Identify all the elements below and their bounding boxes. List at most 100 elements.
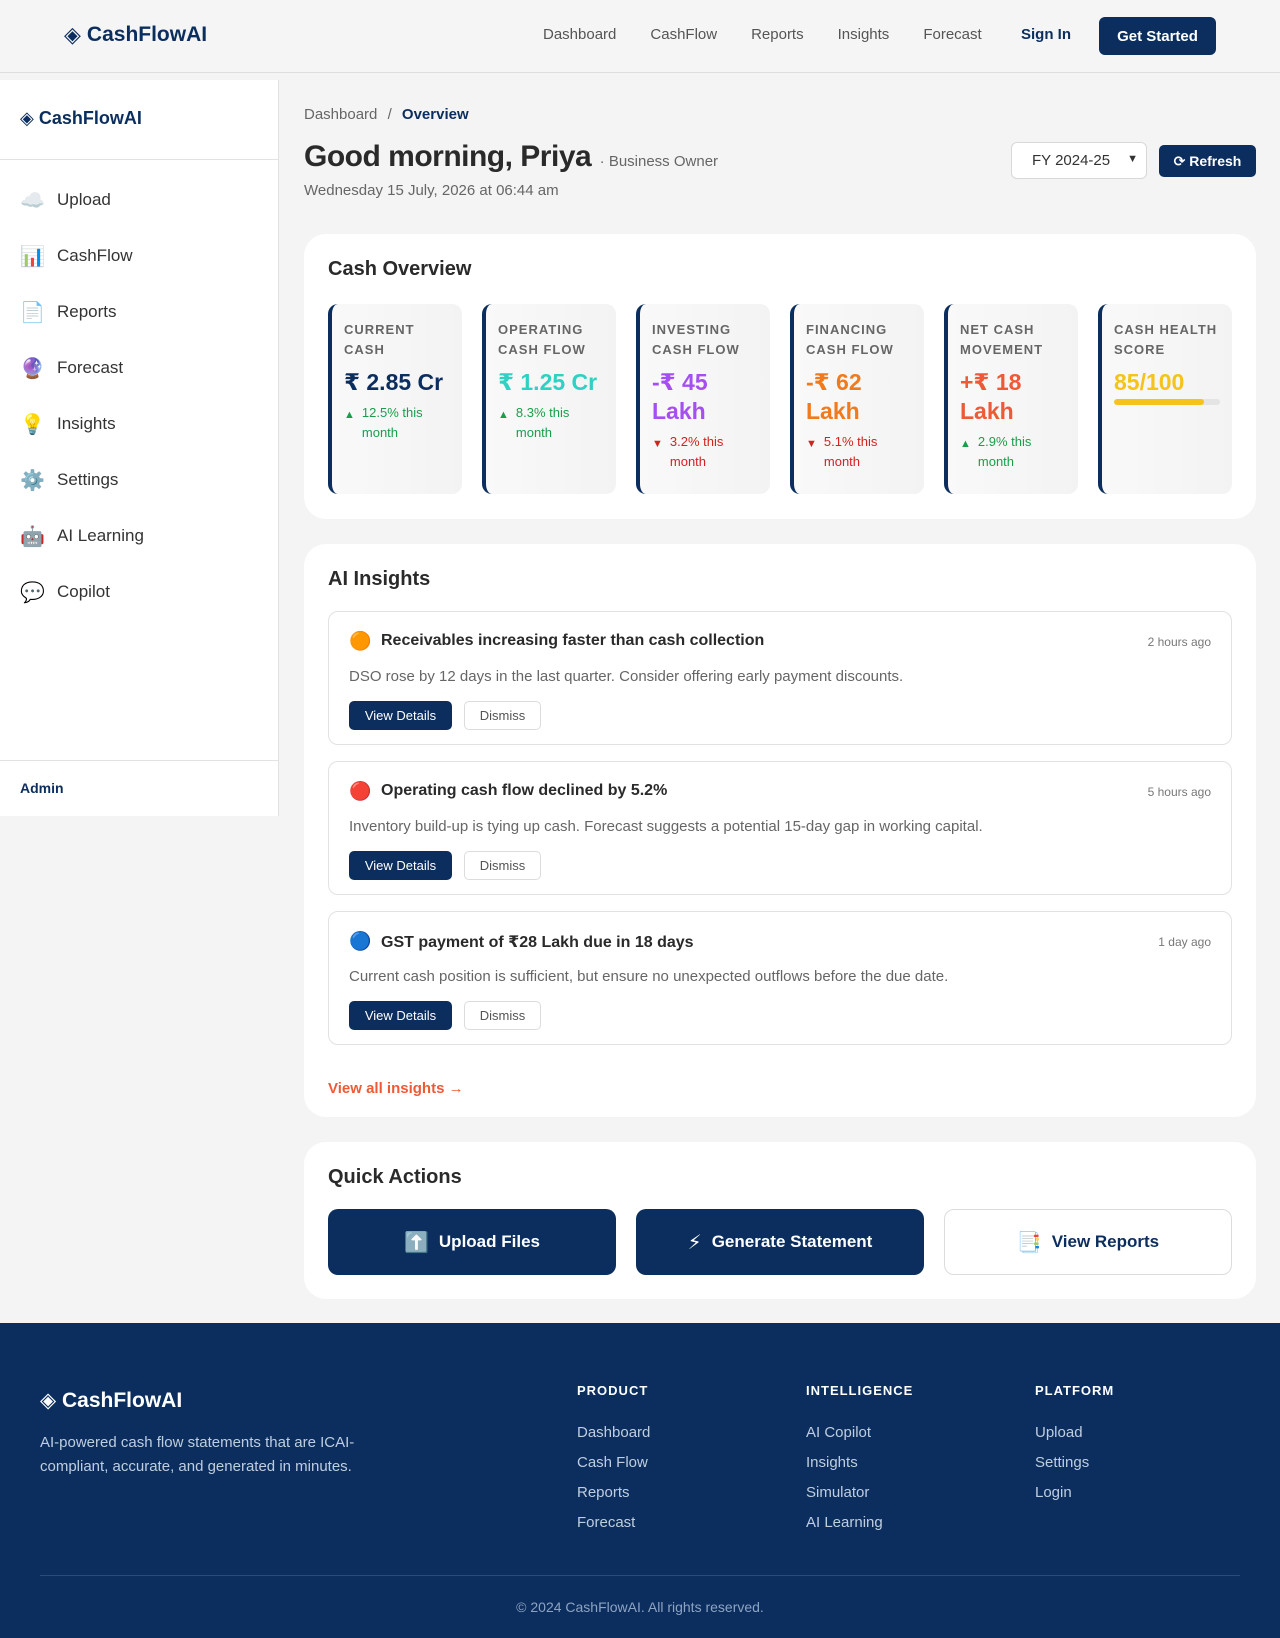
footer-link-insights[interactable]: Insights <box>806 1448 913 1478</box>
stat-card-current-cash: Current Cash ₹ 2.85 Cr ▲ 12.5% this month <box>328 304 462 494</box>
insight-item: 🟠 Receivables increasing faster than cas… <box>328 611 1232 745</box>
nav-link-forecast[interactable]: Forecast <box>923 26 981 43</box>
stat-value: +₹ 18 Lakh <box>960 369 1022 424</box>
orange-dot-icon: 🟠 <box>349 631 372 651</box>
stat-change: ▼ 5.1% this month <box>806 432 912 472</box>
top-navbar: ◈ CashFlowAI Dashboard CashFlow Reports … <box>0 0 1280 73</box>
divider <box>0 159 279 160</box>
get-started-button[interactable]: Get Started <box>1099 17 1216 55</box>
greeting-heading: Good morning, Priya <box>304 140 592 173</box>
sidebar-item-copilot[interactable]: 💬 Copilot <box>0 564 279 620</box>
footer-link-upload[interactable]: Upload <box>1035 1418 1114 1448</box>
insight-item: 🔵 GST payment of ₹28 Lakh due in 18 days… <box>328 911 1232 1045</box>
user-role: · Business Owner <box>599 153 719 170</box>
diamond-logo-icon: ◈ <box>40 1389 57 1412</box>
footer-link-reports[interactable]: Reports <box>577 1478 650 1508</box>
breadcrumb-separator: / <box>387 106 392 123</box>
section-title: Quick Actions <box>328 1166 462 1188</box>
diamond-logo-icon: ◈ <box>20 108 34 128</box>
footer-link-ai-copilot[interactable]: AI Copilot <box>806 1418 913 1448</box>
robot-icon: 🤖 <box>20 525 45 548</box>
sign-in-link[interactable]: Sign In <box>1021 26 1071 43</box>
stat-card-investing-cash-flow: Investing Cash Flow -₹ 45 Lakh ▼ 3.2% thi… <box>636 304 770 494</box>
current-date: Wednesday 15 July, 2026 at 06:44 am <box>304 182 559 199</box>
footer-brand[interactable]: ◈ CashFlowAI <box>40 1388 182 1413</box>
breadcrumb-root[interactable]: Dashboard <box>304 106 377 123</box>
page-title: Good morning, Priya · Business Owner <box>304 140 718 174</box>
insight-item: 🔴 Operating cash flow declined by 5.2% 5… <box>328 761 1232 895</box>
insight-description: DSO rose by 12 days in the last quarter.… <box>349 668 904 685</box>
upload-files-button[interactable]: ⬆️ Upload Files <box>328 1209 616 1275</box>
footer-link-ai-learning[interactable]: AI Learning <box>806 1508 913 1538</box>
fiscal-year-value: FY 2024-25 <box>1032 152 1111 169</box>
breadcrumb: Dashboard / Overview <box>304 106 469 123</box>
dismiss-button[interactable]: Dismiss <box>464 701 541 730</box>
sidebar-item-reports[interactable]: 📄 Reports <box>0 284 279 340</box>
footer-column-product: PRODUCT Dashboard Cash Flow Reports Fore… <box>577 1383 650 1538</box>
sidebar-item-settings[interactable]: ⚙️ Settings <box>0 452 279 508</box>
footer-link-cash-flow[interactable]: Cash Flow <box>577 1448 650 1478</box>
sidebar-item-cashflow[interactable]: 📊 CashFlow <box>0 228 279 284</box>
view-details-button[interactable]: View Details <box>349 851 452 880</box>
brand-logo[interactable]: ◈ CashFlowAI <box>64 22 207 48</box>
arrow-down-icon: ▼ <box>806 438 817 450</box>
sidebar-item-label: CashFlow <box>57 246 133 265</box>
footer-link-login[interactable]: Login <box>1035 1478 1114 1508</box>
nav-link-insights[interactable]: Insights <box>838 26 890 43</box>
section-title: Cash Overview <box>328 258 472 280</box>
refresh-button[interactable]: ⟳ Refresh <box>1159 145 1256 177</box>
sidebar-brand-name: CashFlowAI <box>38 108 142 128</box>
sidebar-item-label: Reports <box>57 302 117 321</box>
generate-statement-button[interactable]: ⚡ Generate Statement <box>636 1209 924 1275</box>
stat-change: ▲ 2.9% this month <box>960 432 1066 472</box>
view-all-insights-link[interactable]: View all insights → <box>328 1080 464 1097</box>
view-details-button[interactable]: View Details <box>349 701 452 730</box>
sidebar-brand[interactable]: ◈ CashFlowAI <box>20 108 142 129</box>
nav-link-dashboard[interactable]: Dashboard <box>543 26 616 43</box>
footer-link-simulator[interactable]: Simulator <box>806 1478 913 1508</box>
stat-label: Current Cash <box>344 322 415 357</box>
stat-value: 85/100 <box>1114 369 1185 395</box>
stat-change: ▲ 12.5% this month <box>344 403 450 443</box>
dismiss-button[interactable]: Dismiss <box>464 1001 541 1030</box>
view-details-button[interactable]: View Details <box>349 1001 452 1030</box>
stat-card-net-cash-movement: Net Cash Movement +₹ 18 Lakh ▲ 2.9% this … <box>944 304 1078 494</box>
sidebar-item-ai-learning[interactable]: 🤖 AI Learning <box>0 508 279 564</box>
stat-card-cash-health-score: Cash Health Score 85/100 <box>1098 304 1232 494</box>
sidebar: ◈ CashFlowAI ☁️ Upload 📊 CashFlow 📄 Reports… <box>0 80 279 816</box>
arrow-up-icon: ▲ <box>498 409 509 421</box>
stat-label: Net Cash Movement <box>960 322 1044 357</box>
sidebar-item-insights[interactable]: 💡 Insights <box>0 396 279 452</box>
lightbulb-icon: 💡 <box>20 413 45 436</box>
sidebar-item-upload[interactable]: ☁️ Upload <box>0 172 279 228</box>
button-label: Generate Statement <box>711 1232 873 1251</box>
footer-tagline: AI-powered cash flow statements that are… <box>40 1434 355 1475</box>
button-label: View Reports <box>1051 1232 1160 1251</box>
fiscal-year-select[interactable]: FY 2024-25 ▼ <box>1011 142 1147 179</box>
footer-link-forecast[interactable]: Forecast <box>577 1508 650 1538</box>
insight-time: 1 day ago <box>1158 935 1211 949</box>
view-reports-button[interactable]: 📑 View Reports <box>944 1209 1232 1275</box>
stat-value: ₹ 1.25 Cr <box>498 369 598 395</box>
arrow-up-icon: ▲ <box>960 438 971 450</box>
ai-insights-card: AI Insights 🟠 Receivables increasing fas… <box>304 544 1256 1117</box>
arrow-down-icon: ▼ <box>652 438 663 450</box>
footer-column-intelligence: INTELLIGENCE AI Copilot Insights Simulat… <box>806 1383 913 1538</box>
dismiss-button[interactable]: Dismiss <box>464 851 541 880</box>
footer-link-dashboard[interactable]: Dashboard <box>577 1418 650 1448</box>
insight-title: Receivables increasing faster than cash … <box>381 632 765 649</box>
stat-change: ▲ 8.3% this month <box>498 403 604 443</box>
lightning-icon: ⚡ <box>687 1231 702 1254</box>
bookmark-tabs-icon: 📑 <box>1016 1231 1042 1254</box>
insight-time: 5 hours ago <box>1147 785 1211 799</box>
sidebar-menu: ☁️ Upload 📊 CashFlow 📄 Reports 🔮 Forecast 💡 I… <box>0 172 279 620</box>
nav-link-reports[interactable]: Reports <box>751 26 804 43</box>
copyright: © 2024 CashFlowAI. All rights reserved. <box>516 1599 764 1615</box>
red-dot-icon: 🔴 <box>349 781 372 801</box>
sidebar-item-label: Settings <box>57 470 119 489</box>
nav-link-cashflow[interactable]: CashFlow <box>650 26 717 43</box>
sidebar-item-forecast[interactable]: 🔮 Forecast <box>0 340 279 396</box>
footer-link-settings[interactable]: Settings <box>1035 1448 1114 1478</box>
footer-column-heading: PLATFORM <box>1035 1383 1115 1398</box>
sidebar-admin-link[interactable]: Admin <box>20 780 64 796</box>
